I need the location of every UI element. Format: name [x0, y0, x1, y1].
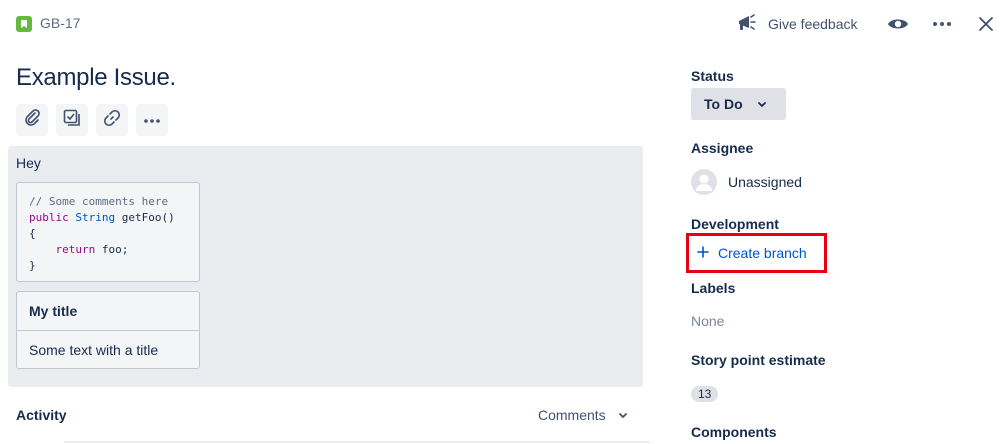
story-icon [16, 16, 32, 32]
eye-icon[interactable] [886, 14, 910, 34]
give-feedback-label: Give feedback [768, 16, 858, 32]
code-comment: // Some comments here [29, 195, 169, 208]
code-type: String [75, 211, 116, 224]
attachment-icon [23, 108, 41, 132]
status-value: To Do [704, 96, 743, 112]
panel-title: My title [29, 303, 78, 319]
create-branch-button[interactable]: Create branch [686, 233, 827, 273]
code-text: getFoo() [121, 211, 175, 224]
issue-key-link[interactable]: GB-17 [40, 15, 80, 31]
labels-value[interactable]: None [691, 313, 724, 329]
chevron-down-icon [757, 96, 767, 112]
subtask-icon [63, 109, 81, 132]
create-branch-label: Create branch [718, 245, 807, 261]
link-issue-button[interactable] [96, 104, 128, 136]
activity-heading: Activity [16, 407, 67, 423]
status-label: Status [691, 68, 734, 84]
add-subtask-button[interactable] [56, 104, 88, 136]
story-points-value[interactable]: 13 [691, 386, 719, 402]
more-icon[interactable] [930, 14, 954, 34]
panel-divider [17, 330, 199, 331]
issue-title[interactable]: Example Issue. [16, 64, 176, 92]
divider [64, 441, 650, 443]
components-label: Components [691, 424, 777, 440]
activity-filter-label: Comments [538, 407, 606, 423]
assignee-field[interactable]: Unassigned [691, 169, 802, 195]
more-actions-button[interactable] [136, 104, 168, 136]
titled-panel: My title Some text with a title [16, 291, 200, 369]
link-icon [103, 109, 121, 132]
code-block: // Some comments here public String getF… [16, 182, 200, 282]
more-icon [143, 111, 161, 129]
activity-filter-dropdown[interactable]: Comments [538, 407, 628, 423]
status-dropdown[interactable]: To Do [691, 88, 786, 120]
labels-label: Labels [691, 280, 736, 296]
development-label: Development [691, 216, 779, 232]
story-points-label: Story point estimate [691, 352, 826, 368]
close-icon[interactable] [974, 12, 998, 36]
code-text: } [29, 259, 36, 272]
code-text: { [29, 227, 36, 240]
panel-body: Some text with a title [29, 342, 159, 358]
chevron-down-icon [618, 407, 628, 423]
code-keyword: public [29, 211, 69, 224]
megaphone-icon [736, 13, 758, 36]
assignee-value: Unassigned [728, 174, 802, 190]
description-text: Hey [16, 155, 41, 171]
assignee-label: Assignee [691, 140, 754, 156]
avatar [691, 169, 717, 195]
plus-icon [697, 245, 709, 261]
give-feedback-button[interactable]: Give feedback [736, 12, 858, 36]
attach-button[interactable] [16, 104, 48, 136]
code-keyword: return [55, 243, 96, 256]
code-text: foo; [101, 243, 129, 256]
